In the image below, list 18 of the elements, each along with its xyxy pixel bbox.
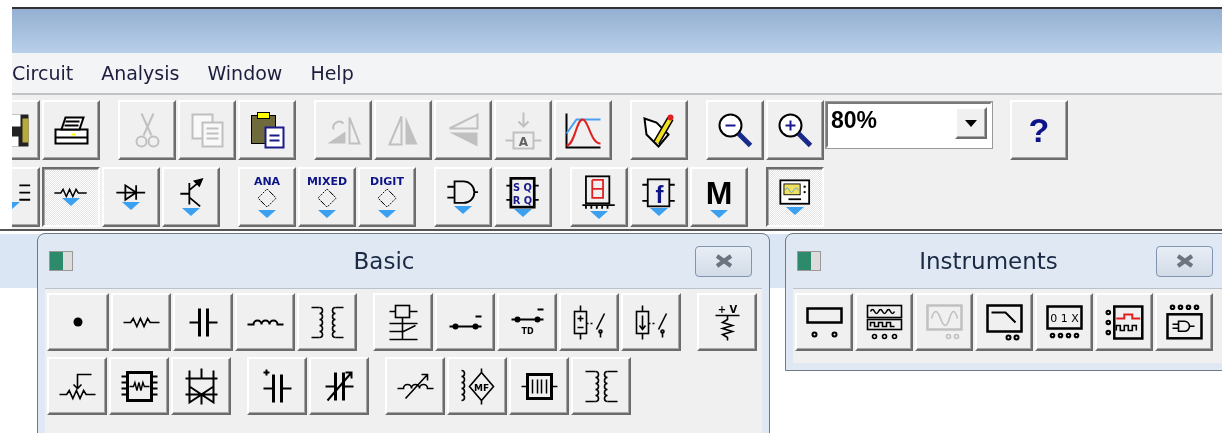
- component-button[interactable]: + V: [697, 293, 757, 351]
- menu-item[interactable]: Circuit: [12, 62, 74, 84]
- zoom-select[interactable]: 80%: [826, 102, 992, 148]
- parts-bin-button[interactable]: ANA: [238, 167, 296, 227]
- parts-bin-button[interactable]: S Q R Q: [494, 167, 552, 227]
- menu-item[interactable]: Help: [310, 62, 354, 84]
- instrument-button[interactable]: 0 1 X: [1035, 293, 1093, 351]
- help-button[interactable]: ?: [1010, 100, 1068, 160]
- window-title: Basic: [352, 248, 416, 274]
- menu-item[interactable]: Analysis: [101, 62, 180, 84]
- menu-item[interactable]: Window: [207, 62, 283, 84]
- component-button[interactable]: MF: [447, 357, 507, 415]
- parts-bin-button[interactable]: M: [690, 167, 748, 227]
- component-button[interactable]: TD: [497, 293, 557, 351]
- parts-bin-button[interactable]: DIGIT: [358, 167, 416, 227]
- parts-bin-button[interactable]: MIXED: [298, 167, 356, 227]
- parts-bin-button[interactable]: f: [630, 167, 688, 227]
- window-title: Instruments: [918, 248, 1059, 274]
